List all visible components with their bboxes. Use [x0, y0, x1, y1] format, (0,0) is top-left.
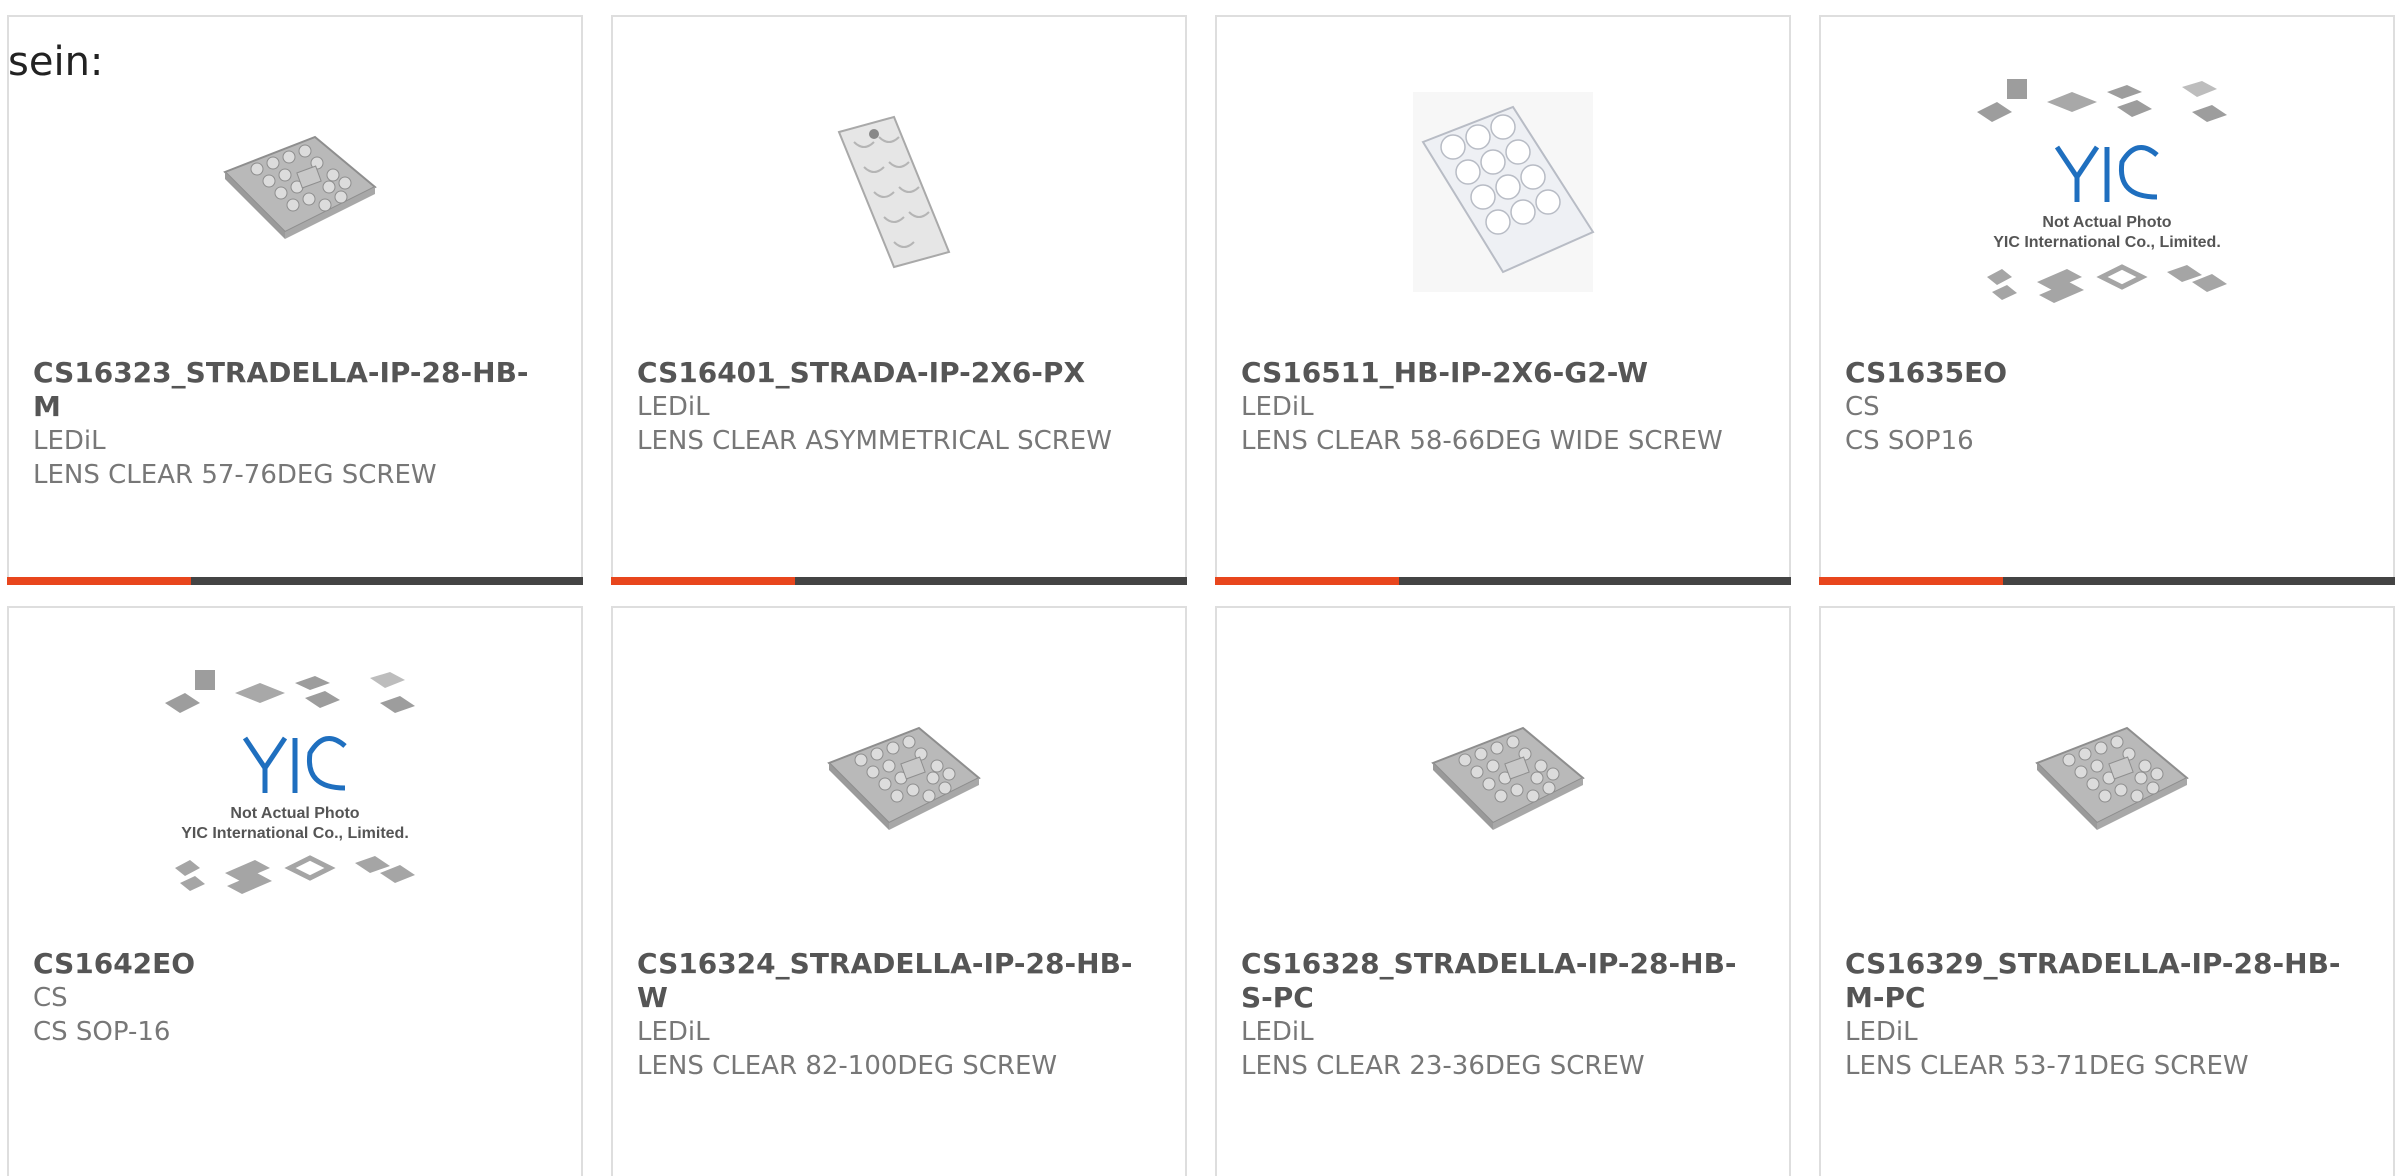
product-image[interactable]: [1217, 658, 1789, 908]
manufacturer: LEDiL: [1241, 392, 1314, 422]
description: LENS CLEAR 82-100DEG SCREW: [637, 1051, 1058, 1081]
placeholder-line1: Not Actual Photo: [230, 805, 359, 822]
square-lens-image: [827, 726, 981, 830]
manufacturer: LEDiL: [33, 426, 106, 456]
square-lens-image: [2035, 726, 2189, 830]
description: CS SOP-16: [33, 1017, 171, 1047]
product-card[interactable]: Not Actual Photo YIC International Co., …: [7, 606, 583, 1176]
product-card[interactable]: CS16328_STRADELLA-IP-28-HB-S-PC LEDiL LE…: [1215, 606, 1791, 1176]
manufacturer: LEDiL: [1845, 1017, 1918, 1047]
description: CS SOP16: [1845, 426, 1974, 456]
placeholder-image: Not Actual Photo YIC International Co., …: [165, 670, 415, 894]
part-number[interactable]: CS16401_STRADA-IP-2X6-PX: [637, 356, 1155, 390]
product-card[interactable]: CS16511_HB-IP-2X6-G2-W LEDiL LENS CLEAR …: [1215, 15, 1791, 585]
card-bottom-bar: [1215, 577, 1791, 585]
product-image[interactable]: [613, 67, 1185, 317]
product-card[interactable]: Not Actual Photo YIC International Co., …: [1819, 15, 2395, 585]
product-image[interactable]: Not Actual Photo YIC International Co., …: [9, 658, 581, 908]
product-card[interactable]: CS16401_STRADA-IP-2X6-PX LEDiL LENS CLEA…: [611, 15, 1187, 585]
product-card[interactable]: CS16324_STRADELLA-IP-28-HB-W LEDiL LENS …: [611, 606, 1187, 1176]
part-number[interactable]: CS1642EO: [33, 947, 551, 981]
card-bottom-bar: [1819, 577, 2395, 585]
product-image[interactable]: [1821, 658, 2393, 908]
manufacturer: LEDiL: [637, 392, 710, 422]
part-number[interactable]: CS16328_STRADELLA-IP-28-HB-S-PC: [1241, 947, 1759, 1015]
product-grid: CS16323_STRADELLA-IP-28-HB-M LEDiL LENS …: [0, 0, 2400, 1176]
placeholder-line2: YIC International Co., Limited.: [1993, 234, 2221, 251]
square-lens-image: [223, 135, 377, 239]
intro-text: sein:: [8, 39, 104, 85]
part-number[interactable]: CS16323_STRADELLA-IP-28-HB-M: [33, 356, 551, 424]
part-number[interactable]: CS16324_STRADELLA-IP-28-HB-W: [637, 947, 1155, 1015]
manufacturer: LEDiL: [1241, 1017, 1314, 1047]
product-image[interactable]: [1217, 67, 1789, 317]
placeholder-line1: Not Actual Photo: [2042, 214, 2171, 231]
product-image[interactable]: [9, 67, 581, 317]
manufacturer: CS: [33, 983, 68, 1013]
wide-lens-image: [1413, 92, 1595, 292]
product-card[interactable]: CS16329_STRADELLA-IP-28-HB-M-PC LEDiL LE…: [1819, 606, 2395, 1176]
square-lens-image: [1431, 726, 1585, 830]
part-number[interactable]: CS1635EO: [1845, 356, 2363, 390]
card-bottom-bar: [611, 577, 1187, 585]
manufacturer: LEDiL: [637, 1017, 710, 1047]
description: LENS CLEAR 57-76DEG SCREW: [33, 460, 437, 490]
product-image[interactable]: Not Actual Photo YIC International Co., …: [1821, 67, 2393, 317]
part-number[interactable]: CS16329_STRADELLA-IP-28-HB-M-PC: [1845, 947, 2363, 1015]
placeholder-line2: YIC International Co., Limited.: [181, 825, 409, 842]
description: LENS CLEAR 53-71DEG SCREW: [1845, 1051, 2249, 1081]
card-accent: [1215, 577, 1399, 585]
product-image[interactable]: [613, 658, 1185, 908]
part-number[interactable]: CS16511_HB-IP-2X6-G2-W: [1241, 356, 1759, 390]
card-bottom-bar: [7, 577, 583, 585]
card-accent: [611, 577, 795, 585]
manufacturer: CS: [1845, 392, 1880, 422]
card-accent: [1819, 577, 2003, 585]
description: LENS CLEAR 58-66DEG WIDE SCREW: [1241, 426, 1723, 456]
placeholder-image: Not Actual Photo YIC International Co., …: [1977, 79, 2227, 303]
narrow-lens-image: [837, 115, 951, 269]
description: LENS CLEAR 23-36DEG SCREW: [1241, 1051, 1645, 1081]
description: LENS CLEAR ASYMMETRICAL SCREW: [637, 426, 1112, 456]
card-accent: [7, 577, 191, 585]
product-card[interactable]: CS16323_STRADELLA-IP-28-HB-M LEDiL LENS …: [7, 15, 583, 585]
